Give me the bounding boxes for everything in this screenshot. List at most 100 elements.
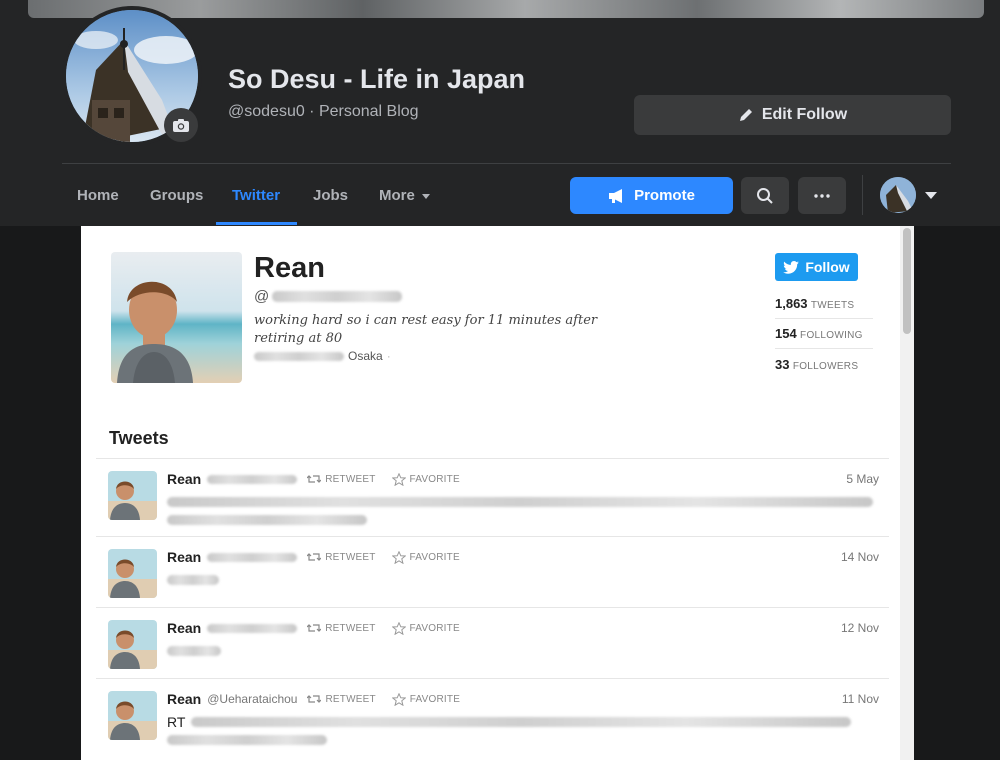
stat-tweets-value: 1,863	[775, 296, 808, 311]
tweet-row[interactable]: Rean RETWEET FAVORITE 12 Nov	[96, 607, 889, 678]
stat-followers[interactable]: 33 FOLLOWERS	[775, 357, 873, 379]
retweet-button[interactable]: RETWEET	[307, 474, 375, 485]
tweet-row[interactable]: Rean RETWEET FAVORITE 5 May	[96, 458, 889, 536]
edit-follow-label: Edit Follow	[761, 106, 848, 123]
tab-twitter[interactable]: Twitter	[232, 187, 280, 204]
edit-follow-button[interactable]: Edit Follow	[634, 95, 951, 135]
tweet-author-name[interactable]: Rean	[167, 620, 201, 636]
tweet-date[interactable]: 14 Nov	[841, 550, 879, 564]
favorite-label: FAVORITE	[409, 473, 460, 485]
location-text: Osaka	[348, 349, 383, 363]
account-menu-caret[interactable]	[925, 192, 937, 199]
account-avatar[interactable]	[880, 177, 916, 213]
retweet-button[interactable]: RETWEET	[307, 694, 376, 705]
search-icon	[757, 187, 773, 204]
redacted-text	[167, 515, 367, 525]
stat-following[interactable]: 154 FOLLOWING	[775, 326, 873, 349]
twitter-follow-button[interactable]: Follow	[775, 253, 858, 281]
redacted-handle	[207, 474, 298, 484]
tweet-avatar[interactable]	[108, 549, 157, 598]
profile-photo-image	[111, 252, 242, 383]
redacted-location-prefix	[254, 351, 344, 361]
stat-tweets[interactable]: 1,863 TWEETS	[775, 296, 873, 319]
avatar-image	[108, 471, 157, 520]
favorite-button[interactable]: FAVORITE	[391, 692, 461, 706]
redacted-text	[167, 735, 327, 745]
scrollbar-thumb[interactable]	[903, 228, 911, 334]
tweet-date[interactable]: 11 Nov	[842, 692, 879, 706]
stat-following-value: 154	[775, 326, 797, 341]
retweet-icon	[307, 695, 322, 703]
tweet-header: Rean RETWEET FAVORITE 5 May	[167, 470, 879, 488]
tweet-avatar[interactable]	[108, 471, 157, 520]
redacted-text	[191, 717, 852, 727]
redacted-text	[167, 575, 219, 585]
panel-scrollbar[interactable]	[900, 226, 914, 760]
twitter-profile-handle: @	[254, 288, 403, 305]
retweet-label: RETWEET	[325, 473, 376, 485]
tweet-rt-prefix: RT	[167, 714, 186, 730]
stat-followers-value: 33	[775, 357, 790, 372]
tweet-avatar[interactable]	[108, 691, 157, 740]
page-title: So Desu - Life in Japan	[228, 64, 526, 94]
tweet-author-name[interactable]: Rean	[167, 691, 201, 707]
search-button[interactable]	[741, 177, 789, 214]
retweet-label: RETWEET	[325, 622, 376, 634]
page-header: So Desu - Life in Japan @sodesu0 · Perso…	[0, 0, 1000, 226]
promote-button[interactable]: Promote	[570, 177, 733, 214]
redacted-handle	[272, 291, 403, 302]
tweets-list: Rean RETWEET FAVORITE 5 May Rean RETWEET…	[96, 458, 889, 749]
redacted-handle	[207, 552, 298, 562]
tweet-row[interactable]: Rean RETWEET FAVORITE 14 Nov	[96, 536, 889, 607]
more-dots-icon	[814, 193, 830, 198]
twitter-profile-location: Osaka ·	[254, 349, 391, 363]
tab-more[interactable]: More	[379, 187, 430, 204]
favorite-label: FAVORITE	[409, 622, 460, 634]
twitter-profile-photo[interactable]	[111, 252, 242, 383]
retweet-icon	[307, 475, 322, 483]
avatar-image	[880, 177, 916, 213]
twitter-profile-name: Rean	[254, 252, 325, 284]
tweet-avatar[interactable]	[108, 620, 157, 669]
tweet-text: RT	[167, 713, 879, 749]
stat-following-label: FOLLOWING	[800, 330, 863, 341]
favorite-button[interactable]: FAVORITE	[391, 472, 460, 486]
location-separator: ·	[386, 349, 391, 363]
tweet-header: Rean RETWEET FAVORITE 12 Nov	[167, 619, 879, 637]
tweet-row[interactable]: Rean @Ueharataichou RETWEET FAVORITE 11 …	[96, 678, 889, 749]
megaphone-icon	[609, 188, 623, 203]
tweets-heading: Tweets	[109, 428, 169, 448]
retweet-button[interactable]: RETWEET	[307, 552, 375, 563]
tweet-author-handle[interactable]: @Ueharataichou	[207, 692, 297, 706]
twitter-follow-label: Follow	[805, 259, 850, 275]
favorite-label: FAVORITE	[409, 693, 461, 705]
star-icon	[391, 692, 406, 706]
tweet-date[interactable]: 12 Nov	[841, 621, 879, 635]
retweet-label: RETWEET	[325, 551, 376, 563]
update-photo-button[interactable]	[164, 108, 198, 142]
tweet-text	[167, 493, 879, 529]
avatar-image	[108, 549, 157, 598]
avatar-image	[108, 691, 157, 740]
tab-jobs[interactable]: Jobs	[313, 187, 348, 204]
retweet-button[interactable]: RETWEET	[307, 623, 375, 634]
tweet-header: Rean @Ueharataichou RETWEET FAVORITE 11 …	[167, 690, 879, 708]
favorite-label: FAVORITE	[409, 551, 460, 563]
favorite-button[interactable]: FAVORITE	[391, 621, 460, 635]
tweet-author-name[interactable]: Rean	[167, 549, 201, 565]
twitter-bird-icon	[783, 260, 800, 274]
more-options-button[interactable]	[798, 177, 846, 214]
redacted-handle	[207, 623, 298, 633]
tweet-author-name[interactable]: Rean	[167, 471, 201, 487]
star-icon	[391, 550, 406, 564]
favorite-button[interactable]: FAVORITE	[391, 550, 460, 564]
tweet-date[interactable]: 5 May	[846, 472, 879, 486]
nav-separator	[862, 175, 863, 215]
tab-groups[interactable]: Groups	[150, 187, 203, 204]
tweet-header: Rean RETWEET FAVORITE 14 Nov	[167, 548, 879, 566]
cover-photo[interactable]	[28, 0, 984, 18]
pencil-icon	[739, 109, 752, 121]
tweet-text	[167, 642, 879, 660]
star-icon	[391, 472, 406, 486]
tab-home[interactable]: Home	[77, 187, 119, 204]
